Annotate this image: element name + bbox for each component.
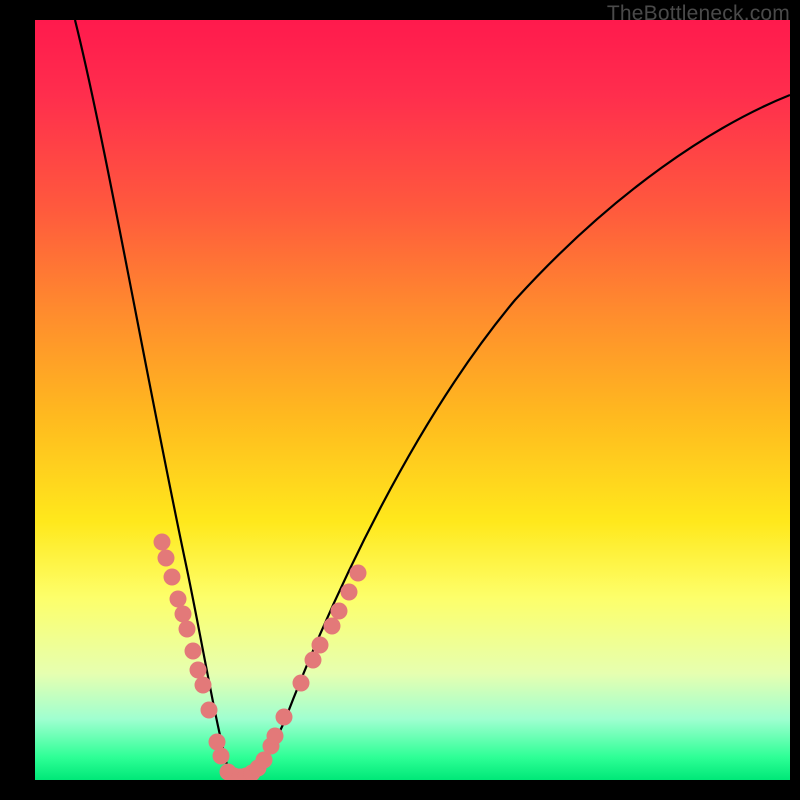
- chart-frame: TheBottleneck.com: [0, 0, 800, 800]
- chart-plot-area: [35, 20, 790, 780]
- watermark-text: TheBottleneck.com: [607, 2, 790, 26]
- bottleneck-curve: [75, 20, 790, 778]
- dots-right-group: [256, 565, 367, 769]
- chart-svg: [35, 20, 790, 780]
